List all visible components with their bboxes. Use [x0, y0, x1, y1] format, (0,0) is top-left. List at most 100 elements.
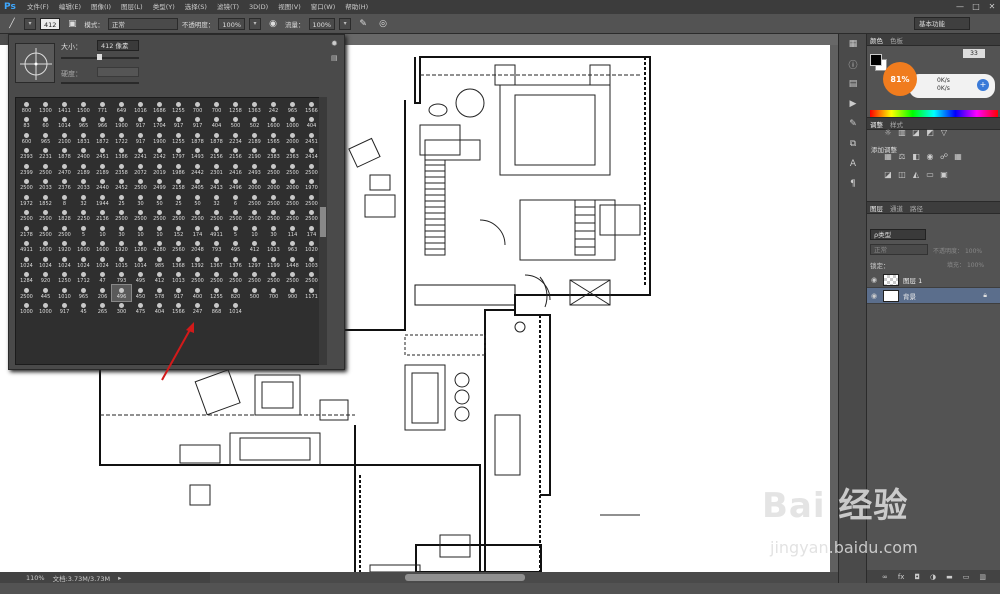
- brush-preset-item[interactable]: 2500: [150, 208, 169, 224]
- brush-preset-item[interactable]: 404: [207, 115, 226, 131]
- brush-preset-item[interactable]: 1986: [169, 161, 188, 177]
- brush-preset-item[interactable]: 1900: [150, 130, 169, 146]
- brush-preset-item[interactable]: 578: [150, 285, 169, 301]
- brush-preset-item[interactable]: 900: [283, 285, 302, 301]
- posterize-icon[interactable]: ◫: [897, 170, 907, 180]
- brush-preset-item[interactable]: 2405: [188, 177, 207, 193]
- brush-preset-item[interactable]: 2500: [188, 270, 207, 286]
- brush-preset-item[interactable]: 2000: [245, 177, 264, 193]
- brush-preset-item[interactable]: 1828: [55, 208, 74, 224]
- color-lookup-icon[interactable]: ▦: [953, 152, 963, 162]
- brush-preset-item[interactable]: 2500: [245, 208, 264, 224]
- brush-preset-item[interactable]: 1024: [93, 254, 112, 270]
- brush-preset-item[interactable]: 2500: [17, 177, 36, 193]
- gradient-map-icon[interactable]: ▭: [925, 170, 935, 180]
- brush-preset-item[interactable]: 2136: [93, 208, 112, 224]
- menu-layer[interactable]: 图层(L): [116, 0, 148, 14]
- brush-preset-item[interactable]: 1014: [131, 254, 150, 270]
- minimize-button[interactable]: —: [952, 0, 968, 14]
- exposure-icon[interactable]: ◩: [925, 128, 935, 138]
- brush-preset-item[interactable]: 2500: [264, 192, 283, 208]
- brush-preset-item[interactable]: 1852: [36, 192, 55, 208]
- brush-preset-item[interactable]: 700: [264, 285, 283, 301]
- brush-preset-item[interactable]: 1797: [169, 146, 188, 162]
- brush-preset-item[interactable]: 868: [207, 301, 226, 317]
- brush-preset-item[interactable]: 2470: [55, 161, 74, 177]
- brush-preset-item[interactable]: 700: [188, 99, 207, 115]
- brush-preset-item[interactable]: 2000: [283, 130, 302, 146]
- brush-preset-item[interactable]: 2500: [245, 270, 264, 286]
- brush-preset-item[interactable]: 2493: [245, 161, 264, 177]
- menu-select[interactable]: 选择(S): [180, 0, 212, 14]
- brush-preset-item[interactable]: 5: [74, 223, 93, 239]
- brush-preset-item[interactable]: 152: [169, 223, 188, 239]
- brush-preset-item[interactable]: 45: [74, 301, 93, 317]
- brush-preset-item[interactable]: 2189: [245, 130, 264, 146]
- brush-preset-item[interactable]: 2500: [264, 208, 283, 224]
- brush-preset-item[interactable]: 2413: [207, 177, 226, 193]
- brush-preset-item[interactable]: 2452: [112, 177, 131, 193]
- brightness-icon[interactable]: ☼: [883, 128, 893, 138]
- brush-preset-item[interactable]: 2500: [188, 208, 207, 224]
- brush-preset-item[interactable]: 1565: [264, 130, 283, 146]
- tab-paths[interactable]: 路径: [910, 203, 923, 213]
- workspace-select[interactable]: 基本功能: [914, 17, 970, 30]
- brush-preset-item[interactable]: 800: [17, 99, 36, 115]
- brush-preset-item[interactable]: 700: [207, 99, 226, 115]
- brush-preset-item[interactable]: 247: [188, 301, 207, 317]
- brush-preset-item[interactable]: 2442: [188, 161, 207, 177]
- brush-list-scrollbar[interactable]: [319, 97, 327, 365]
- brush-preset-item[interactable]: 2499: [150, 177, 169, 193]
- brush-preset-item[interactable]: 2500: [207, 208, 226, 224]
- brush-preset-item[interactable]: 4280: [150, 239, 169, 255]
- color-spectrum[interactable]: [870, 110, 998, 117]
- brush-preset-item[interactable]: 1600: [264, 115, 283, 131]
- brush-preset-item[interactable]: 10: [245, 223, 264, 239]
- brush-preset-item[interactable]: 2234: [226, 130, 245, 146]
- brush-preset-item[interactable]: 412: [245, 239, 264, 255]
- invert-icon[interactable]: ◪: [883, 170, 893, 180]
- tab-adjustments[interactable]: 调整: [870, 119, 883, 129]
- layer-opacity-value[interactable]: 100%: [965, 248, 982, 255]
- brush-preset-item[interactable]: 1024: [36, 254, 55, 270]
- brush-preset-item[interactable]: 2500: [264, 270, 283, 286]
- new-preset-icon[interactable]: ▤: [331, 54, 338, 62]
- menu-edit[interactable]: 编辑(E): [54, 0, 86, 14]
- brush-preset-item[interactable]: 2500: [169, 208, 188, 224]
- brush-icon[interactable]: ✎: [839, 114, 867, 134]
- brush-preset-item[interactable]: 47: [93, 270, 112, 286]
- character-icon[interactable]: A: [839, 154, 867, 174]
- brush-preset-item[interactable]: 2178: [17, 223, 36, 239]
- brush-preset-item[interactable]: 965: [74, 285, 93, 301]
- brush-preset-item[interactable]: 1280: [131, 239, 150, 255]
- brush-preset-item[interactable]: 2156: [207, 146, 226, 162]
- brush-preset-item[interactable]: 985: [150, 254, 169, 270]
- brush-preset-item[interactable]: 1024: [55, 254, 74, 270]
- brush-preset-item[interactable]: 1704: [150, 115, 169, 131]
- brush-preset-item[interactable]: 10: [93, 223, 112, 239]
- brush-preset-item[interactable]: 1284: [17, 270, 36, 286]
- brush-preset-item[interactable]: 30: [264, 223, 283, 239]
- brush-preset-item[interactable]: 4911: [207, 223, 226, 239]
- brush-preset-item[interactable]: 2158: [169, 177, 188, 193]
- history-icon[interactable]: ▦: [839, 34, 867, 54]
- brush-preset-item[interactable]: 2500: [226, 270, 245, 286]
- brush-preset-item[interactable]: 1878: [55, 146, 74, 162]
- menu-image[interactable]: 图像(I): [86, 0, 116, 14]
- brush-preset-item[interactable]: 475: [131, 301, 150, 317]
- brush-preset-item[interactable]: 10: [150, 223, 169, 239]
- brush-preset-item[interactable]: 2440: [93, 177, 112, 193]
- brush-preset-item[interactable]: 2500: [55, 223, 74, 239]
- brush-preset-item[interactable]: 649: [112, 99, 131, 115]
- black-white-icon[interactable]: ◧: [911, 152, 921, 162]
- opacity-field[interactable]: 100%: [218, 17, 246, 30]
- new-layer-icon[interactable]: ▭: [963, 573, 970, 581]
- brush-preset-item[interactable]: 966: [93, 115, 112, 131]
- foreground-color-swatch[interactable]: [870, 54, 882, 66]
- brush-preset-item[interactable]: 1600: [93, 239, 112, 255]
- mask-icon[interactable]: ◘: [914, 573, 920, 581]
- brush-preset-item[interactable]: 30: [131, 192, 150, 208]
- status-arrow-icon[interactable]: ▸: [118, 574, 121, 582]
- brush-preset-item[interactable]: 174: [188, 223, 207, 239]
- menu-type[interactable]: 类型(Y): [148, 0, 180, 14]
